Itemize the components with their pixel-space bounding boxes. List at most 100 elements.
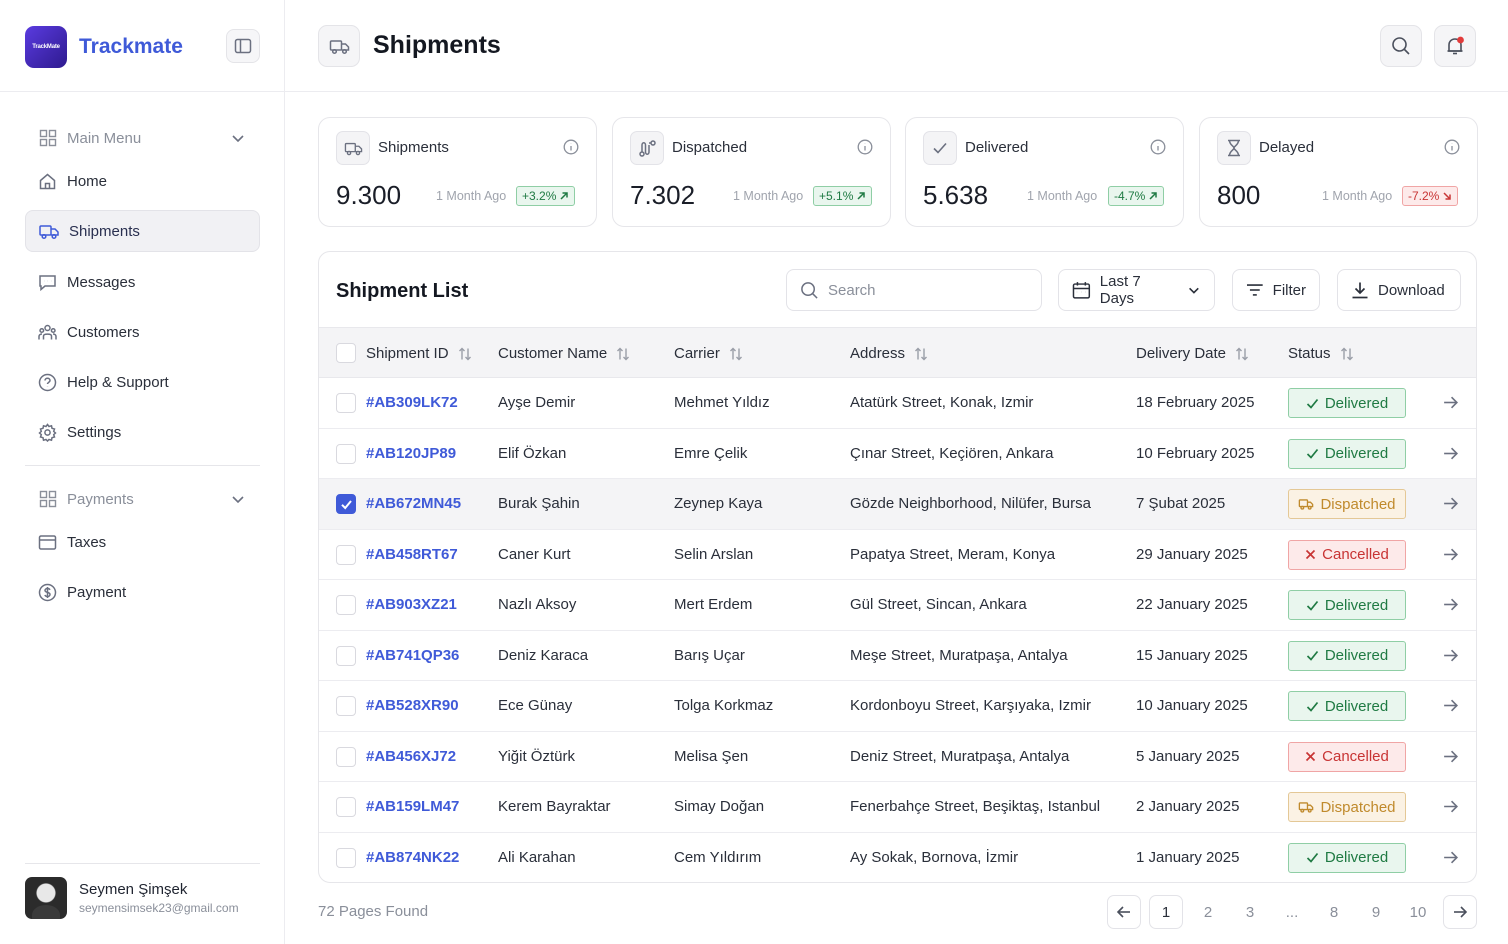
row-open-button[interactable] bbox=[1442, 495, 1459, 512]
row-open-button[interactable] bbox=[1442, 849, 1459, 866]
table-row[interactable]: #AB456XJ72 Yiğit Öztürk Melisa Şen Deniz St… bbox=[319, 732, 1476, 782]
next-page-button[interactable] bbox=[1443, 895, 1477, 929]
column-header-address[interactable]: Address bbox=[850, 345, 928, 362]
info-icon[interactable] bbox=[857, 139, 873, 155]
table-row[interactable]: #AB309LK72 Ayşe Demir Mehmet Yıldız Atatürk… bbox=[319, 378, 1476, 429]
shipment-id-link[interactable]: #AB456XJ72 bbox=[366, 748, 456, 765]
user-name: Seymen Şimşek bbox=[79, 881, 188, 898]
address-cell: Meşe Street, Muratpaşa, Antalya bbox=[850, 646, 1068, 664]
row-checkbox[interactable] bbox=[336, 847, 356, 868]
address-cell: Atatürk Street, Konak, Izmir bbox=[850, 394, 1034, 411]
sort-icon bbox=[915, 347, 928, 360]
row-open-button[interactable] bbox=[1442, 647, 1459, 664]
select-all-checkbox[interactable] bbox=[336, 343, 356, 363]
table-row[interactable]: #AB672MN45 Burak Şahin Zeynep Kaya Gözde Ne… bbox=[319, 479, 1476, 530]
hourglass-icon bbox=[1228, 139, 1240, 157]
sidebar-item-settings[interactable]: Settings bbox=[25, 411, 260, 453]
row-checkbox[interactable] bbox=[336, 443, 356, 464]
table-row[interactable]: #AB159LM47 Kerem Bayraktar Simay Doğan Fene… bbox=[319, 782, 1476, 833]
panel-title: Shipment List bbox=[336, 280, 469, 302]
app-logo[interactable]: TrackMate bbox=[25, 26, 67, 68]
prev-page-button[interactable] bbox=[1107, 895, 1141, 929]
row-open-button[interactable] bbox=[1442, 596, 1459, 613]
sidebar-item-messages[interactable]: Messages bbox=[25, 261, 260, 303]
sidebar-item-customers[interactable]: Customers bbox=[25, 311, 260, 353]
stat-change: +3.2% bbox=[522, 189, 557, 203]
page-number-button[interactable]: 2 bbox=[1191, 895, 1225, 929]
shipment-id-link[interactable]: #AB159LM47 bbox=[366, 798, 459, 815]
carrier-cell: Cem Yıldırım bbox=[674, 848, 762, 866]
row-checkbox[interactable] bbox=[336, 393, 356, 413]
row-checkbox[interactable] bbox=[336, 595, 356, 615]
sidebar-item-shipments[interactable]: Shipments bbox=[25, 210, 260, 252]
stat-period: 1 Month Ago bbox=[733, 189, 804, 203]
column-header-carrier[interactable]: Carrier bbox=[674, 345, 743, 362]
row-open-button[interactable] bbox=[1442, 697, 1459, 714]
date-range-dropdown[interactable]: Last 7 Days bbox=[1058, 269, 1215, 311]
user-profile[interactable]: Seymen Şimşek seymensimsek23@gmail.com bbox=[25, 877, 265, 919]
info-icon[interactable] bbox=[563, 139, 579, 155]
shipment-id-link[interactable]: #AB120JP89 bbox=[366, 445, 456, 462]
table-row[interactable]: #AB120JP89 Elif Özkan Emre Çelik Çınar Stre… bbox=[319, 429, 1476, 479]
shipment-id-link[interactable]: #AB874NK22 bbox=[366, 849, 459, 866]
info-icon[interactable] bbox=[1444, 139, 1460, 155]
delivery-date-cell: 7 Şubat 2025 bbox=[1136, 495, 1226, 512]
column-header-customer[interactable]: Customer Name bbox=[498, 345, 630, 362]
filter-button[interactable]: Filter bbox=[1232, 269, 1320, 311]
row-open-button[interactable] bbox=[1442, 394, 1459, 411]
main-menu-section[interactable]: Main Menu bbox=[25, 120, 260, 156]
search-button[interactable] bbox=[1380, 25, 1422, 67]
sidebar-separator bbox=[25, 465, 260, 466]
table-row[interactable]: #AB874NK22 Ali Karahan Cem Yıldırım Ay Soka… bbox=[319, 833, 1476, 883]
sidebar-toggle-button[interactable] bbox=[226, 29, 260, 63]
page-number-button[interactable]: 3 bbox=[1233, 895, 1267, 929]
table-row[interactable]: #AB741QP36 Deniz Karaca Barış Uçar Meşe Str… bbox=[319, 631, 1476, 681]
row-open-button[interactable] bbox=[1442, 798, 1459, 815]
sidebar-item-taxes[interactable]: Taxes bbox=[25, 521, 260, 563]
column-header-status[interactable]: Status bbox=[1288, 345, 1354, 362]
page-number-button[interactable]: 9 bbox=[1359, 895, 1393, 929]
column-header-shipment-id[interactable]: Shipment ID bbox=[366, 345, 472, 362]
shipment-id-link[interactable]: #AB528XR90 bbox=[366, 697, 459, 714]
sidebar-item-payment[interactable]: Payment bbox=[25, 571, 260, 613]
search-input[interactable] bbox=[828, 281, 1018, 299]
sidebar-item-label: Home bbox=[67, 172, 108, 190]
row-checkbox[interactable] bbox=[336, 696, 356, 716]
sort-icon bbox=[458, 347, 471, 360]
table-row[interactable]: #AB528XR90 Ece Günay Tolga Korkmaz Kordonbo… bbox=[319, 681, 1476, 732]
info-icon[interactable] bbox=[1150, 139, 1166, 155]
address-cell: Papatya Street, Meram, Konya bbox=[850, 545, 1056, 563]
row-checkbox[interactable] bbox=[336, 645, 356, 666]
shipment-id-link[interactable]: #AB672MN45 bbox=[366, 495, 461, 512]
stat-period: 1 Month Ago bbox=[1027, 189, 1098, 203]
shipment-id-link[interactable]: #AB741QP36 bbox=[366, 647, 459, 664]
payments-section[interactable]: Payments bbox=[25, 481, 260, 517]
bell-icon bbox=[1447, 36, 1464, 55]
row-checkbox[interactable] bbox=[336, 544, 356, 565]
receipt-icon bbox=[38, 534, 57, 550]
status-label: Delivered bbox=[1324, 596, 1389, 614]
row-checkbox[interactable] bbox=[336, 797, 356, 817]
page-number-button[interactable]: 1 bbox=[1149, 895, 1183, 929]
sidebar-item-help[interactable]: Help & Support bbox=[25, 361, 260, 403]
search-box[interactable] bbox=[786, 269, 1042, 311]
table-row[interactable]: #AB458RT67 Caner Kurt Selin Arslan Papatya … bbox=[319, 530, 1476, 580]
notifications-button[interactable] bbox=[1434, 25, 1476, 67]
row-checkbox[interactable] bbox=[336, 494, 356, 514]
stat-label: Delivered bbox=[965, 139, 1029, 156]
row-open-button[interactable] bbox=[1442, 546, 1459, 563]
delivery-date-cell: 15 January 2025 bbox=[1136, 646, 1248, 664]
row-open-button[interactable] bbox=[1442, 445, 1459, 462]
download-button[interactable]: Download bbox=[1337, 269, 1461, 311]
shipment-id-link[interactable]: #AB458RT67 bbox=[366, 546, 458, 563]
shipment-id-link[interactable]: #AB309LK72 bbox=[366, 394, 458, 411]
sidebar-item-home[interactable]: Home bbox=[25, 160, 260, 202]
page-number-button[interactable]: 8 bbox=[1317, 895, 1351, 929]
page-number-button[interactable]: 10 bbox=[1401, 895, 1435, 929]
stat-change: +5.1% bbox=[819, 189, 854, 203]
table-row[interactable]: #AB903XZ21 Nazlı Aksoy Mert Erdem Gül Stree… bbox=[319, 580, 1476, 631]
column-header-delivery-date[interactable]: Delivery Date bbox=[1136, 345, 1249, 362]
shipment-id-link[interactable]: #AB903XZ21 bbox=[366, 596, 457, 613]
row-checkbox[interactable] bbox=[336, 746, 356, 767]
row-open-button[interactable] bbox=[1442, 748, 1459, 765]
